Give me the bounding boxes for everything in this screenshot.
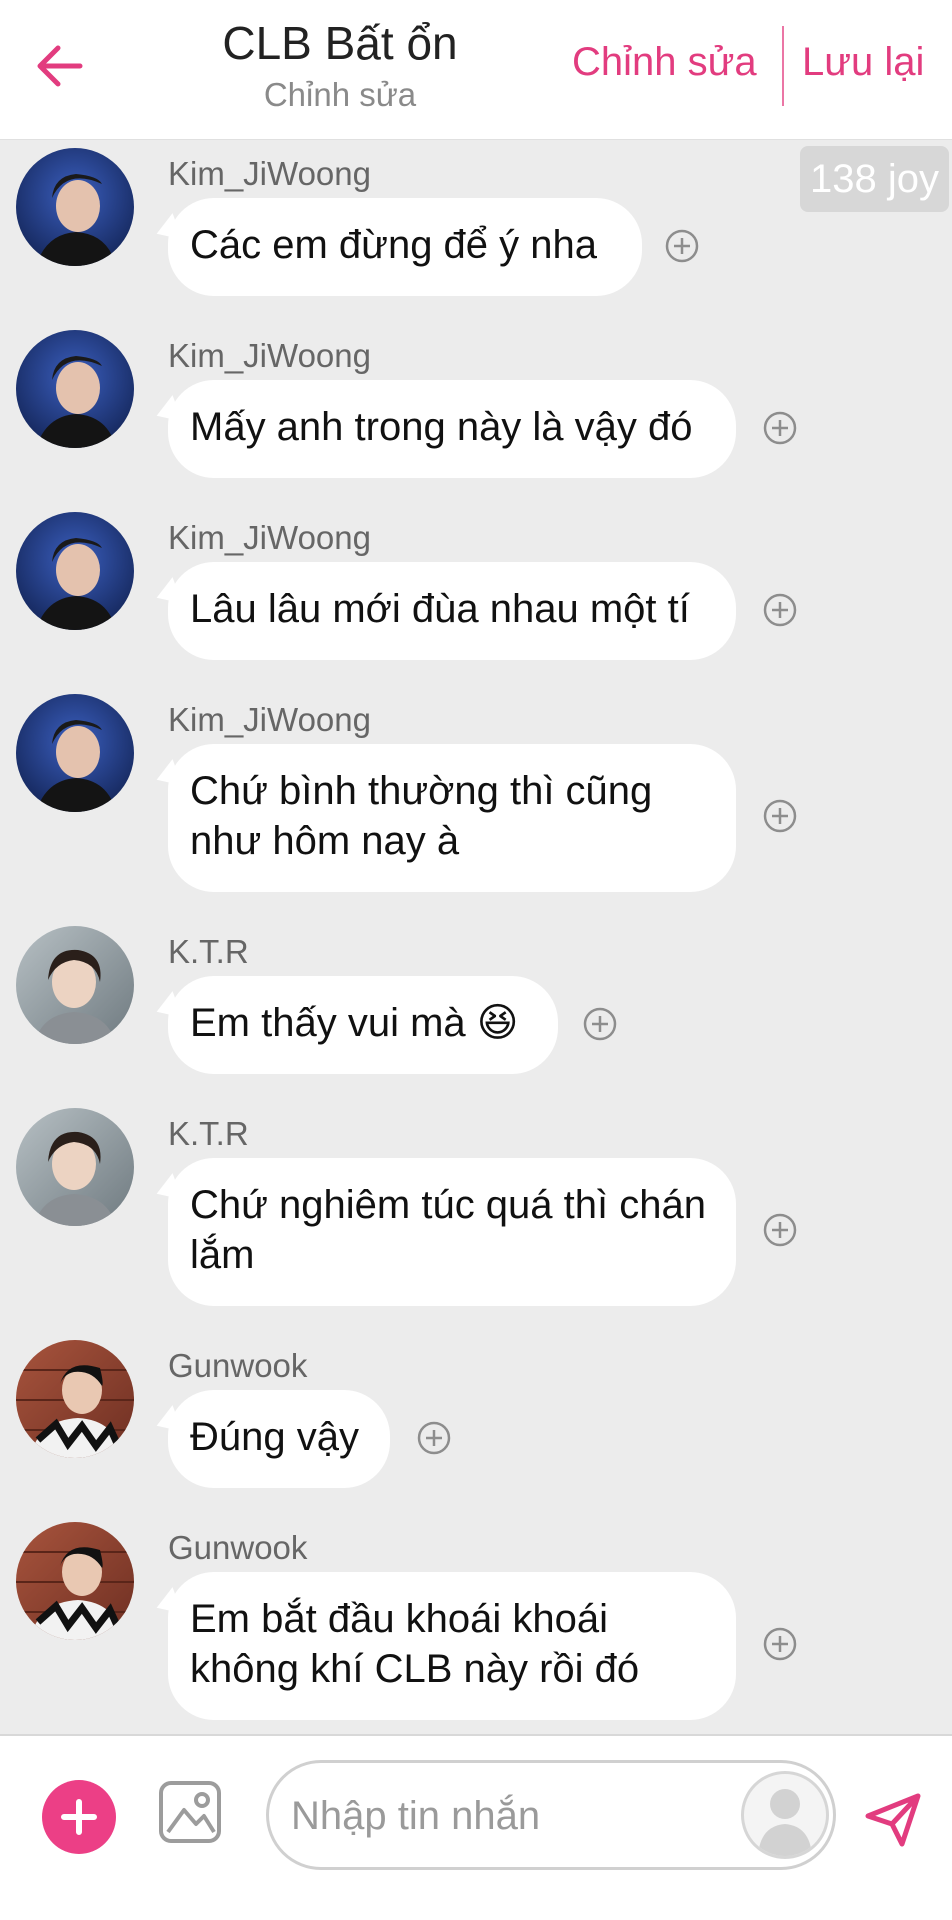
message-bubble[interactable]: Đúng vậy — [168, 1390, 390, 1488]
sender-name: K.T.R — [168, 1115, 249, 1152]
chat-title: CLB Bất ổn — [222, 17, 458, 69]
composer-bar — [0, 1734, 952, 1920]
add-reaction-icon[interactable] — [416, 1420, 452, 1456]
chat-subtitle: Chỉnh sửa — [263, 76, 417, 113]
add-reaction-icon[interactable] — [762, 1212, 798, 1248]
sender-name: Gunwook — [168, 1529, 308, 1566]
avatar[interactable] — [16, 694, 134, 812]
sender-name: Kim_JiWoong — [168, 337, 371, 374]
user-avatar-icon — [758, 1789, 812, 1856]
back-arrow-icon — [37, 45, 83, 87]
message-input[interactable] — [291, 1783, 711, 1849]
back-button[interactable] — [30, 36, 90, 96]
avatar[interactable] — [16, 512, 134, 630]
message-bubble[interactable]: Em thấy vui mà 😆 — [168, 976, 558, 1074]
avatar[interactable] — [16, 926, 134, 1044]
plus-icon — [61, 1799, 97, 1835]
chat-header: CLB Bất ổn Chỉnh sửa Chỉnh sửa Lưu lại — [0, 0, 952, 140]
add-attachment-button[interactable] — [42, 1780, 116, 1854]
message-bubble[interactable]: Chứ nghiêm túc quá thì chán lắm — [168, 1158, 736, 1306]
add-reaction-icon[interactable] — [762, 410, 798, 446]
add-reaction-icon[interactable] — [664, 228, 700, 264]
send-icon[interactable] — [862, 1788, 924, 1850]
message-bubble[interactable]: Lâu lâu mới đùa nhau một tí — [168, 562, 736, 660]
sender-name: Kim_JiWoong — [168, 155, 371, 192]
title-group: CLB Bất ổn Chỉnh sửa — [160, 14, 520, 116]
add-reaction-icon[interactable] — [762, 798, 798, 834]
sender-name: K.T.R — [168, 933, 249, 970]
sender-name: Kim_JiWoong — [168, 519, 371, 556]
sender-name: Gunwook — [168, 1347, 308, 1384]
avatar[interactable] — [16, 1108, 134, 1226]
message-bubble[interactable]: Các em đừng để ý nha — [168, 198, 642, 296]
add-reaction-icon[interactable] — [582, 1006, 618, 1042]
add-reaction-icon[interactable] — [762, 1626, 798, 1662]
save-button[interactable]: Lưu lại — [802, 40, 924, 85]
message-input-wrapper — [266, 1760, 836, 1870]
add-reaction-icon[interactable] — [762, 592, 798, 628]
avatar[interactable] — [16, 1340, 134, 1458]
joy-badge: 138 joy — [800, 146, 949, 212]
avatar[interactable] — [16, 148, 134, 266]
avatar[interactable] — [16, 330, 134, 448]
avatar[interactable] — [16, 1522, 134, 1640]
message-bubble[interactable]: Chứ bình thường thì cũng như hôm nay à — [168, 744, 736, 892]
message-bubble[interactable]: Mấy anh trong này là vậy đó — [168, 380, 736, 478]
message-bubble[interactable]: Em bắt đầu khoái khoái không khí CLB này… — [168, 1572, 736, 1720]
identity-avatar-button[interactable] — [741, 1771, 829, 1859]
edit-button[interactable]: Chỉnh sửa — [572, 40, 757, 85]
image-icon[interactable] — [158, 1780, 222, 1844]
header-divider — [782, 26, 784, 106]
sender-name: Kim_JiWoong — [168, 701, 371, 738]
